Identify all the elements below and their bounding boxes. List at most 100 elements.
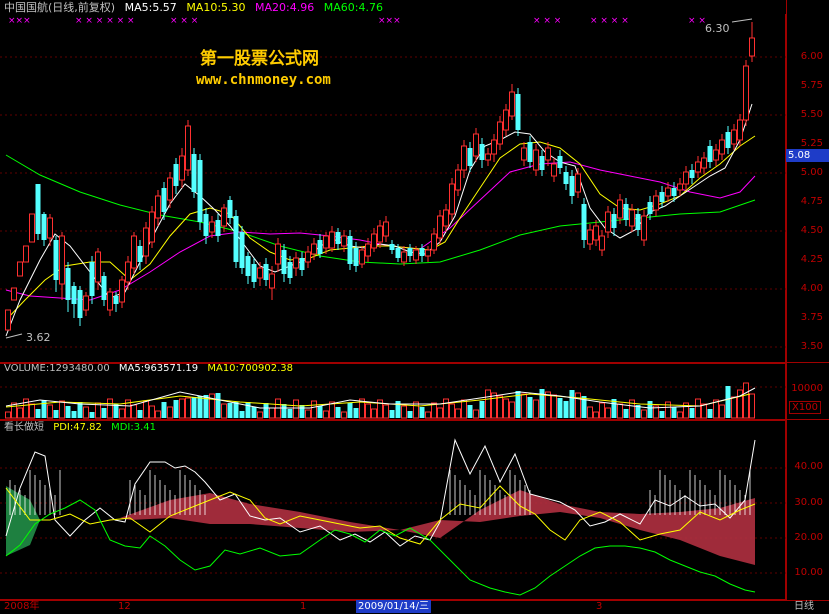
candle-body — [563, 172, 569, 184]
volume-bar — [749, 393, 755, 419]
chart-canvas: ××× × × × × × × × × × ××× × × × × × × × … — [0, 16, 786, 596]
candle-body — [149, 211, 155, 243]
indicator-name: 看长做短 — [4, 422, 44, 433]
candle-body — [287, 262, 293, 278]
candle-body — [59, 235, 65, 285]
price-tick: 4.00 — [800, 283, 823, 294]
candle-body — [383, 221, 389, 237]
candle-body — [185, 125, 191, 171]
candle-body — [431, 233, 437, 251]
candle-body — [629, 209, 635, 227]
candle-body — [305, 251, 311, 263]
volume-bar — [65, 406, 71, 418]
indicator-tick: 30.00 — [794, 497, 823, 508]
volume-bar — [239, 411, 245, 418]
candle-body — [551, 163, 557, 177]
candle-body — [593, 225, 599, 241]
candle-body — [449, 183, 455, 215]
svg-text:× × ×: × × × — [533, 16, 561, 26]
volume-bar — [437, 407, 443, 419]
volume-bar — [671, 407, 677, 418]
date-cursor-label[interactable]: 2009/01/14/三 — [356, 600, 432, 613]
volume-bar — [35, 409, 41, 418]
candle-body — [635, 214, 641, 230]
volume-bar — [605, 407, 611, 419]
candle-body — [341, 235, 347, 247]
candle-body — [365, 243, 371, 257]
watermark-url: www.chnmoney.com — [196, 72, 331, 88]
volume-bar — [197, 396, 203, 418]
candle-body — [743, 65, 749, 121]
candle-body — [473, 133, 479, 157]
volume-bar — [731, 396, 737, 419]
volume-bar — [29, 403, 35, 419]
volume-bar — [569, 390, 575, 418]
candle-body — [725, 132, 731, 148]
volume-bar — [509, 401, 515, 419]
indicator-header: 看长做短 PDI:47.82 MDI:3.41 — [4, 421, 162, 435]
volume-bar — [497, 395, 503, 419]
volume-value: VOLUME:1293480.00 — [4, 363, 110, 374]
candle-body — [311, 243, 317, 255]
candle-body — [215, 220, 221, 236]
volume-bar — [737, 389, 743, 419]
volume-bar — [743, 382, 749, 419]
candle-body — [353, 248, 359, 266]
indicator-axis: 40.00 30.00 20.00 10.00 — [786, 420, 829, 600]
candle-body — [221, 207, 227, 227]
candle-body — [29, 213, 35, 243]
candle-body — [11, 287, 17, 301]
candle-body — [101, 276, 107, 300]
volume-bar — [173, 400, 179, 418]
volume-bar — [101, 408, 107, 418]
current-price-value: 5.08 — [788, 150, 811, 161]
candle-body — [65, 268, 71, 300]
date-label-jan: 1 — [300, 601, 307, 612]
indicator-tick: 10.00 — [794, 567, 823, 578]
candle-body — [587, 229, 593, 245]
candle-body — [461, 145, 467, 171]
candle-body — [173, 164, 179, 186]
volume-bar — [137, 410, 143, 418]
candle-body — [377, 225, 383, 243]
svg-text:×××: ××× — [8, 16, 31, 26]
candle-body — [479, 144, 485, 160]
period-label[interactable]: 日线 — [794, 600, 814, 613]
candle-body — [257, 267, 263, 279]
volume-bar — [47, 404, 53, 419]
volume-bar — [371, 408, 377, 419]
volume-bar — [287, 409, 293, 418]
candle-body — [53, 240, 59, 280]
volume-bar — [41, 400, 47, 418]
price-tick: 6.00 — [800, 51, 823, 62]
volume-bar — [299, 405, 305, 418]
candle-body — [581, 204, 587, 240]
candle-body — [371, 233, 377, 249]
volume-bar — [269, 407, 275, 419]
volume-bar — [551, 394, 557, 419]
candle-body — [131, 235, 137, 269]
volume-bars — [5, 382, 755, 419]
watermark-title: 第一股票公式网 — [200, 49, 319, 69]
volume-bar — [347, 403, 353, 418]
volume-bar — [677, 411, 683, 419]
volume-bar — [113, 404, 119, 418]
high-annotation: 6.30 — [705, 18, 753, 35]
candle-body — [179, 155, 185, 181]
volume-bar — [503, 398, 509, 419]
volume-bar — [233, 402, 239, 418]
volume-bar — [539, 389, 545, 418]
candle-body — [719, 139, 725, 155]
candle-body — [263, 264, 269, 280]
volume-bar — [587, 406, 593, 419]
candle-body — [395, 248, 401, 258]
volume-ma10: MA10:700902.38 — [207, 363, 293, 374]
volume-bar — [647, 401, 653, 418]
candle-body — [569, 176, 575, 196]
mdi-value: MDI:3.41 — [111, 422, 156, 433]
candle-body — [509, 91, 515, 117]
volume-bar — [59, 400, 65, 419]
price-tick: 4.50 — [800, 225, 823, 236]
volume-bar — [317, 406, 323, 418]
candle-body — [227, 200, 233, 218]
